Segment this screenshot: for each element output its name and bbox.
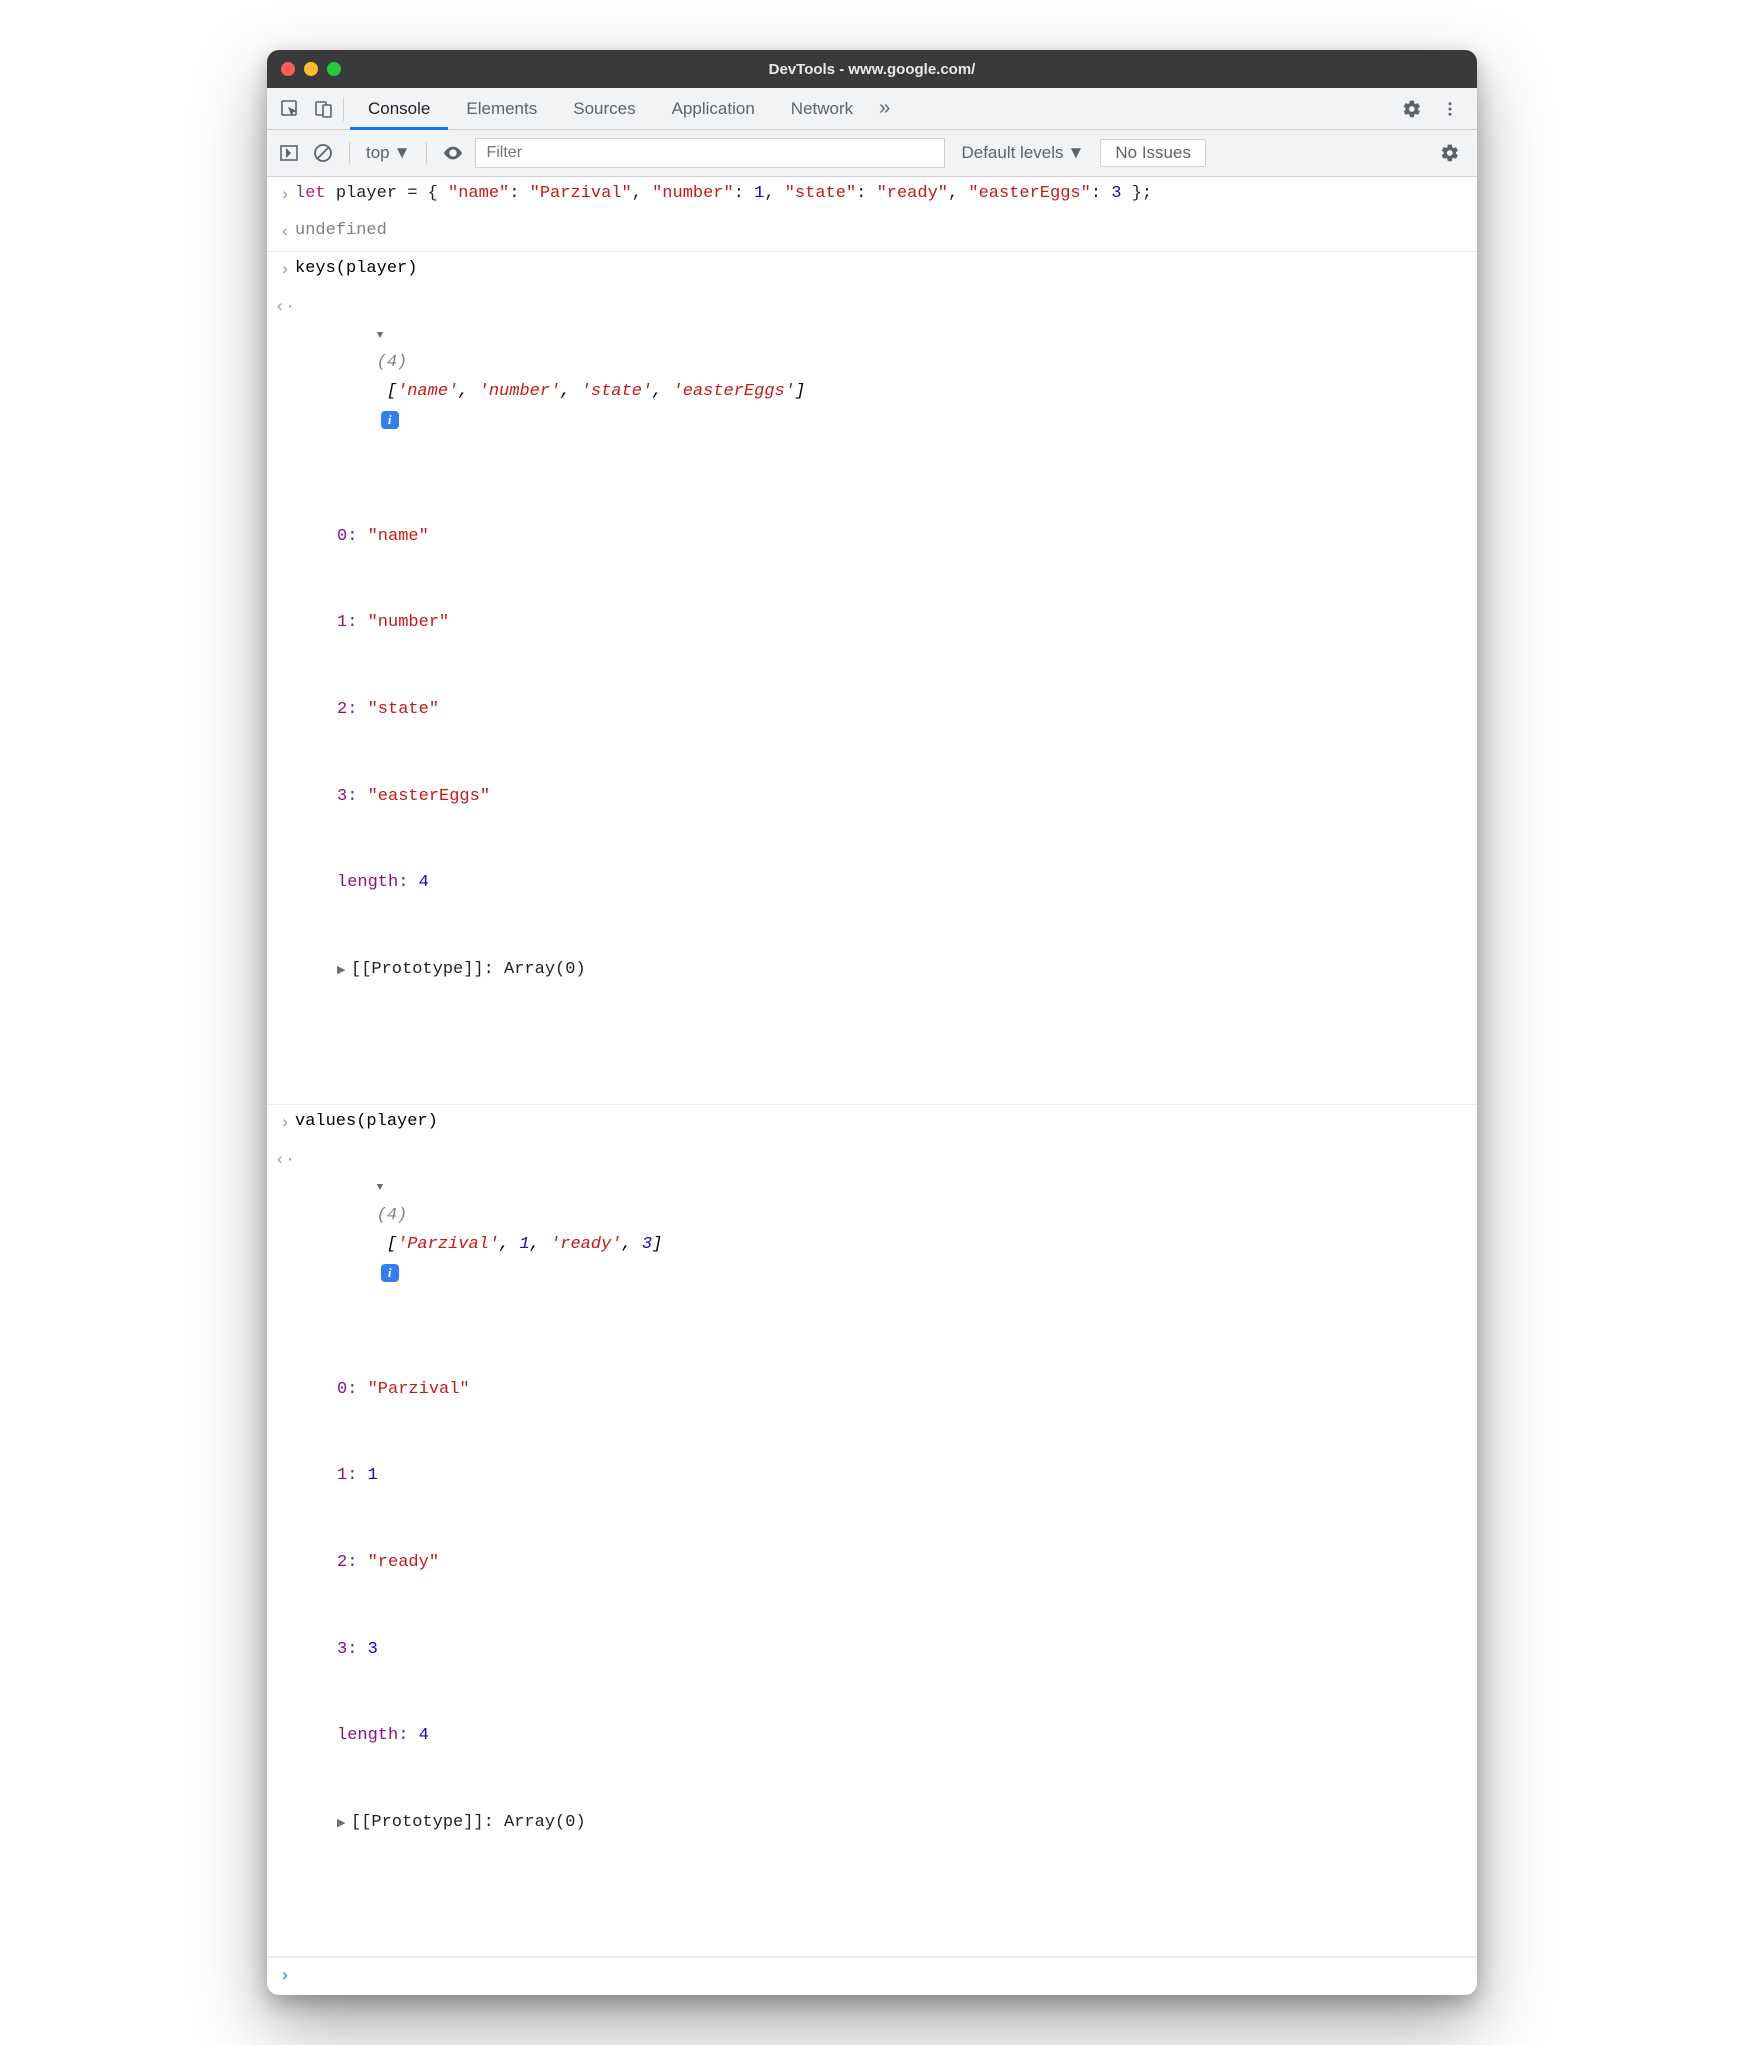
devtools-window: DevTools - www.google.com/ Console Eleme… xyxy=(267,50,1477,1995)
console-output-row: ‹ undefined xyxy=(267,214,1477,252)
info-icon[interactable]: i xyxy=(381,411,399,429)
array-index: 1 xyxy=(337,1466,347,1485)
filter-input[interactable] xyxy=(475,138,945,168)
prototype-label: [[Prototype]] xyxy=(351,960,484,979)
prototype-label: [[Prototype]] xyxy=(351,1813,484,1832)
array-index: 1 xyxy=(337,613,347,632)
output-chevron-icon: ‹ xyxy=(275,217,295,248)
array-value: "easterEggs" xyxy=(368,787,490,806)
context-selector[interactable]: top ▼ xyxy=(364,143,412,163)
chevron-down-icon: ▼ xyxy=(1068,143,1085,163)
tabs: Console Elements Sources Application Net… xyxy=(350,88,871,130)
more-tabs-icon[interactable]: » xyxy=(871,97,898,120)
console-input-text: values(player) xyxy=(295,1108,1467,1137)
length-value: 4 xyxy=(419,1726,429,1745)
toolbar-separator xyxy=(349,142,350,164)
toolbar-separator xyxy=(426,142,427,164)
kebab-menu-icon[interactable] xyxy=(1433,92,1467,126)
prototype-value: Array(0) xyxy=(504,960,586,979)
tab-application[interactable]: Application xyxy=(654,88,773,130)
array-value: "number" xyxy=(368,613,450,632)
maximize-window-button[interactable] xyxy=(327,62,341,76)
console-settings-icon[interactable] xyxy=(1433,136,1467,170)
array-index: 3 xyxy=(337,1640,347,1659)
context-label: top xyxy=(366,143,390,163)
array-value: "ready" xyxy=(368,1553,439,1572)
console-output-text: undefined xyxy=(295,217,1467,246)
tabbar: Console Elements Sources Application Net… xyxy=(267,88,1477,130)
info-icon[interactable]: i xyxy=(381,1264,399,1282)
console-output-row: ‹· (4) ['name', 'number', 'state', 'east… xyxy=(267,289,1477,1105)
array-index: 3 xyxy=(337,787,347,806)
sidebar-toggle-icon[interactable] xyxy=(277,141,301,165)
console-input-row[interactable]: › keys(player) xyxy=(267,252,1477,289)
array-count: (4) xyxy=(377,353,408,372)
output-chevron-icon: ‹· xyxy=(275,1145,295,1176)
array-summary: ['Parzival', 1, 'ready', 3] xyxy=(377,1235,663,1254)
input-chevron-icon: › xyxy=(275,255,295,286)
console-input-text: let player = { "name": "Parzival", "numb… xyxy=(295,180,1467,209)
expand-toggle-icon[interactable] xyxy=(377,1173,391,1202)
array-value: "name" xyxy=(368,527,429,546)
output-chevron-icon: ‹· xyxy=(275,292,295,323)
prototype-value: Array(0) xyxy=(504,1813,586,1832)
tab-separator xyxy=(343,97,344,121)
expand-toggle-icon[interactable] xyxy=(377,321,391,350)
array-index: 0 xyxy=(337,527,347,546)
console-toolbar: top ▼ Default levels ▼ No Issues xyxy=(267,130,1477,177)
traffic-lights xyxy=(281,62,341,76)
device-toggle-icon[interactable] xyxy=(307,92,341,126)
inspect-element-icon[interactable] xyxy=(273,92,307,126)
window-title: DevTools - www.google.com/ xyxy=(267,61,1477,78)
console-output-object: (4) ['name', 'number', 'state', 'easterE… xyxy=(295,292,1467,1101)
console-output-row: ‹· (4) ['Parzival', 1, 'ready', 3] i 0: … xyxy=(267,1142,1477,1958)
array-index: 0 xyxy=(337,1380,347,1399)
issues-button[interactable]: No Issues xyxy=(1100,139,1206,167)
minimize-window-button[interactable] xyxy=(304,62,318,76)
titlebar: DevTools - www.google.com/ xyxy=(267,50,1477,88)
console-prompt-row[interactable]: › xyxy=(267,1957,1477,1995)
array-count: (4) xyxy=(377,1206,408,1225)
console-input-row[interactable]: › values(player) xyxy=(267,1105,1477,1142)
console-output-object: (4) ['Parzival', 1, 'ready', 3] i 0: "Pa… xyxy=(295,1145,1467,1954)
tab-network[interactable]: Network xyxy=(773,88,871,130)
log-level-selector[interactable]: Default levels ▼ xyxy=(955,143,1090,163)
input-chevron-icon: › xyxy=(275,180,295,211)
array-value: "Parzival" xyxy=(368,1380,470,1399)
settings-icon[interactable] xyxy=(1395,92,1429,126)
console-input-text: keys(player) xyxy=(295,255,1467,284)
console-body: › let player = { "name": "Parzival", "nu… xyxy=(267,177,1477,1995)
array-value: 1 xyxy=(368,1466,378,1485)
array-summary: ['name', 'number', 'state', 'easterEggs'… xyxy=(377,382,806,401)
close-window-button[interactable] xyxy=(281,62,295,76)
expand-toggle-icon[interactable] xyxy=(337,956,351,985)
input-chevron-icon: › xyxy=(275,1108,295,1139)
chevron-down-icon: ▼ xyxy=(394,143,411,163)
levels-label: Default levels xyxy=(961,143,1063,163)
array-index: 2 xyxy=(337,700,347,719)
clear-console-icon[interactable] xyxy=(311,141,335,165)
prompt-chevron-icon: › xyxy=(275,1961,295,1992)
tab-console[interactable]: Console xyxy=(350,88,448,130)
array-value: "state" xyxy=(368,700,439,719)
live-expression-eye-icon[interactable] xyxy=(441,141,465,165)
console-input-row[interactable]: › let player = { "name": "Parzival", "nu… xyxy=(267,177,1477,214)
length-value: 4 xyxy=(419,873,429,892)
array-index: 2 xyxy=(337,1553,347,1572)
tab-elements[interactable]: Elements xyxy=(448,88,555,130)
array-value: 3 xyxy=(368,1640,378,1659)
expand-toggle-icon[interactable] xyxy=(337,1809,351,1838)
length-key: length xyxy=(337,873,398,892)
tab-sources[interactable]: Sources xyxy=(555,88,653,130)
length-key: length xyxy=(337,1726,398,1745)
